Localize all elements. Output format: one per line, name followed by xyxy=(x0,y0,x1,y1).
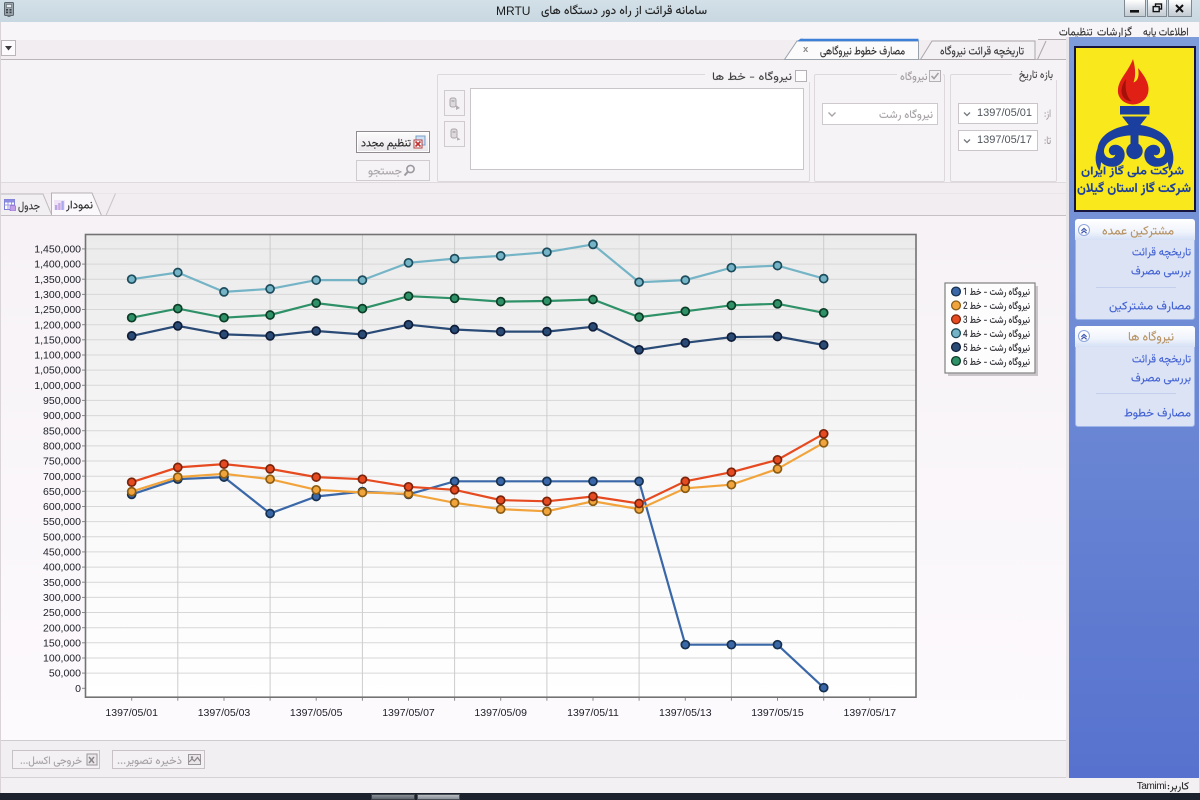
svg-text:1,400,000: 1,400,000 xyxy=(34,259,81,271)
svg-text:400,000: 400,000 xyxy=(43,562,81,574)
svg-text:1,350,000: 1,350,000 xyxy=(34,274,81,286)
svg-text:800,000: 800,000 xyxy=(43,441,81,453)
svg-text:1,250,000: 1,250,000 xyxy=(34,304,81,316)
svg-text:850,000: 850,000 xyxy=(43,425,81,437)
svg-text:450,000: 450,000 xyxy=(43,547,81,559)
svg-text:1,000,000: 1,000,000 xyxy=(34,380,81,392)
svg-text:1397/05/13: 1397/05/13 xyxy=(659,707,712,719)
svg-text:700,000: 700,000 xyxy=(43,471,81,483)
svg-text:750,000: 750,000 xyxy=(43,456,81,468)
svg-text:1397/05/03: 1397/05/03 xyxy=(198,707,251,719)
svg-text:300,000: 300,000 xyxy=(43,592,81,604)
svg-text:150,000: 150,000 xyxy=(43,637,81,649)
svg-text:0: 0 xyxy=(75,683,81,695)
svg-text:1,300,000: 1,300,000 xyxy=(34,289,81,301)
svg-text:50,000: 50,000 xyxy=(49,668,81,680)
svg-text:1,450,000: 1,450,000 xyxy=(34,244,81,256)
svg-text:900,000: 900,000 xyxy=(43,410,81,422)
svg-text:1397/05/09: 1397/05/09 xyxy=(474,707,527,719)
svg-text:1397/05/01: 1397/05/01 xyxy=(105,707,158,719)
svg-text:1,150,000: 1,150,000 xyxy=(34,334,81,346)
svg-text:1,200,000: 1,200,000 xyxy=(34,319,81,331)
svg-text:1397/05/11: 1397/05/11 xyxy=(567,707,619,719)
svg-text:1,100,000: 1,100,000 xyxy=(34,350,81,362)
svg-text:1397/05/07: 1397/05/07 xyxy=(382,707,435,719)
svg-text:100,000: 100,000 xyxy=(43,653,81,665)
svg-text:350,000: 350,000 xyxy=(43,577,81,589)
svg-text:200,000: 200,000 xyxy=(43,622,81,634)
svg-text:600,000: 600,000 xyxy=(43,501,81,513)
svg-text:1,050,000: 1,050,000 xyxy=(34,365,81,377)
svg-text:1397/05/17: 1397/05/17 xyxy=(844,707,897,719)
svg-text:250,000: 250,000 xyxy=(43,607,81,619)
svg-text:950,000: 950,000 xyxy=(43,395,81,407)
svg-text:550,000: 550,000 xyxy=(43,516,81,528)
svg-text:1397/05/05: 1397/05/05 xyxy=(290,707,343,719)
svg-text:1397/05/15: 1397/05/15 xyxy=(751,707,804,719)
svg-text:650,000: 650,000 xyxy=(43,486,81,498)
svg-text:500,000: 500,000 xyxy=(43,531,81,543)
